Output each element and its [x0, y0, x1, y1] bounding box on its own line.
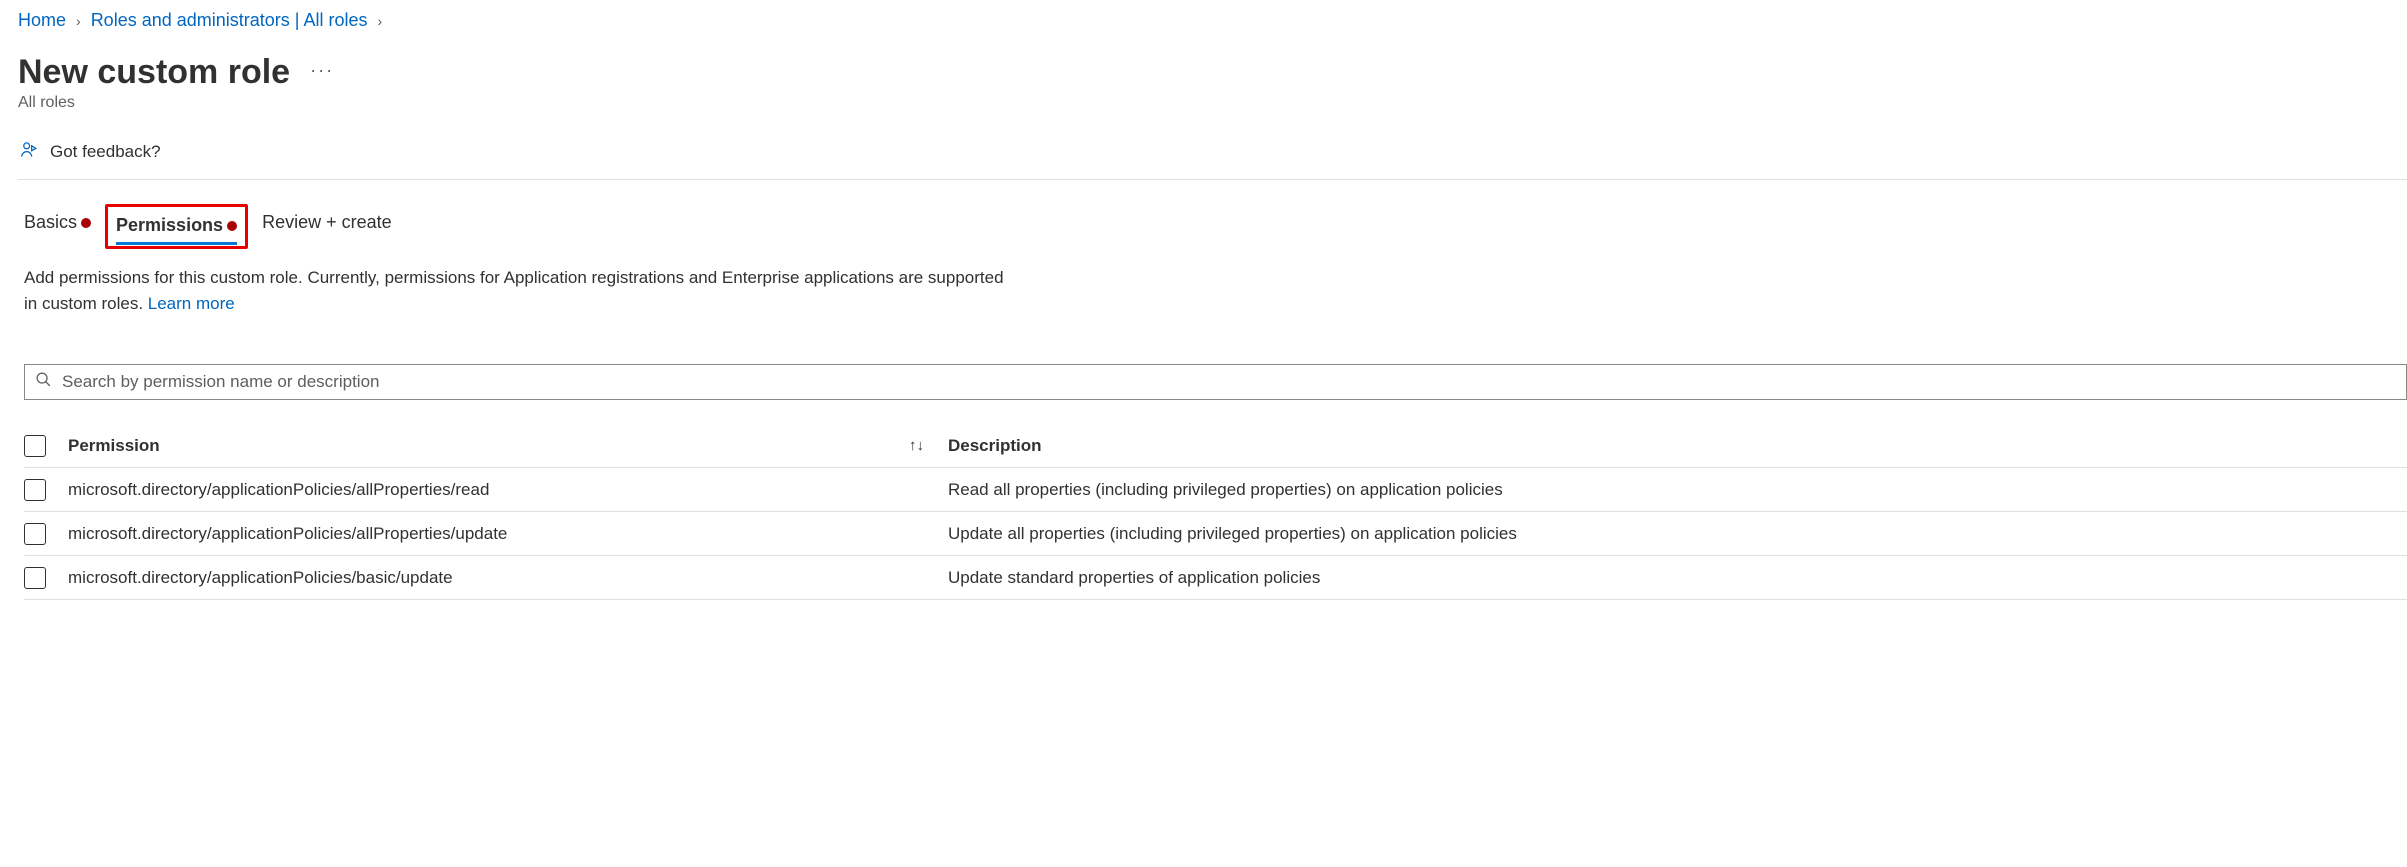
breadcrumb: Home › Roles and administrators | All ro… [18, 0, 2407, 45]
row-checkbox[interactable] [24, 567, 46, 589]
table-row: microsoft.directory/applicationPolicies/… [24, 512, 2407, 556]
feedback-icon [20, 140, 40, 163]
permission-cell: microsoft.directory/applicationPolicies/… [68, 524, 948, 544]
description-line1: Add permissions for this custom role. Cu… [24, 268, 1004, 287]
learn-more-link[interactable]: Learn more [148, 294, 235, 313]
error-dot-icon [227, 221, 237, 231]
feedback-label: Got feedback? [50, 142, 161, 162]
tab-permissions-label: Permissions [116, 215, 223, 236]
page-title: New custom role [18, 53, 290, 92]
breadcrumb-home[interactable]: Home [18, 10, 66, 31]
search-icon [35, 371, 52, 393]
tabs: Basics Permissions Review + create [18, 180, 2407, 241]
table-row: microsoft.directory/applicationPolicies/… [24, 556, 2407, 600]
page-title-row: New custom role ··· [18, 45, 2407, 92]
row-checkbox[interactable] [24, 523, 46, 545]
column-header-description[interactable]: Description [948, 436, 1042, 455]
tab-description: Add permissions for this custom role. Cu… [18, 241, 1218, 316]
sort-icon[interactable]: ↑↓ [909, 437, 948, 454]
breadcrumb-roles[interactable]: Roles and administrators | All roles [91, 10, 368, 31]
permission-cell: microsoft.directory/applicationPolicies/… [68, 480, 948, 500]
description-cell: Update all properties (including privile… [948, 524, 2407, 544]
select-all-checkbox[interactable] [24, 435, 46, 457]
chevron-right-icon: › [377, 13, 382, 29]
tab-permissions[interactable]: Permissions [116, 215, 237, 236]
tab-basics[interactable]: Basics [24, 212, 91, 241]
table-header: Permission ↑↓ Description [24, 424, 2407, 468]
description-cell: Update standard properties of applicatio… [948, 568, 2407, 588]
table-row: microsoft.directory/applicationPolicies/… [24, 468, 2407, 512]
error-dot-icon [81, 218, 91, 228]
feedback-link[interactable]: Got feedback? [18, 130, 2407, 180]
tab-basics-label: Basics [24, 212, 77, 233]
more-actions-button[interactable]: ··· [310, 60, 334, 85]
permissions-table: Permission ↑↓ Description microsoft.dire… [24, 424, 2407, 600]
description-cell: Read all properties (including privilege… [948, 480, 2407, 500]
chevron-right-icon: › [76, 13, 81, 29]
page-subtitle: All roles [18, 92, 2407, 130]
permission-cell: microsoft.directory/applicationPolicies/… [68, 568, 948, 588]
description-line2: in custom roles. [24, 294, 148, 313]
tab-permissions-highlight: Permissions [105, 204, 248, 249]
row-checkbox[interactable] [24, 479, 46, 501]
tab-review-create[interactable]: Review + create [262, 212, 392, 241]
tab-review-label: Review + create [262, 212, 392, 233]
search-box[interactable] [24, 364, 2407, 400]
column-header-permission[interactable]: Permission [68, 436, 160, 456]
search-input[interactable] [62, 372, 2396, 392]
